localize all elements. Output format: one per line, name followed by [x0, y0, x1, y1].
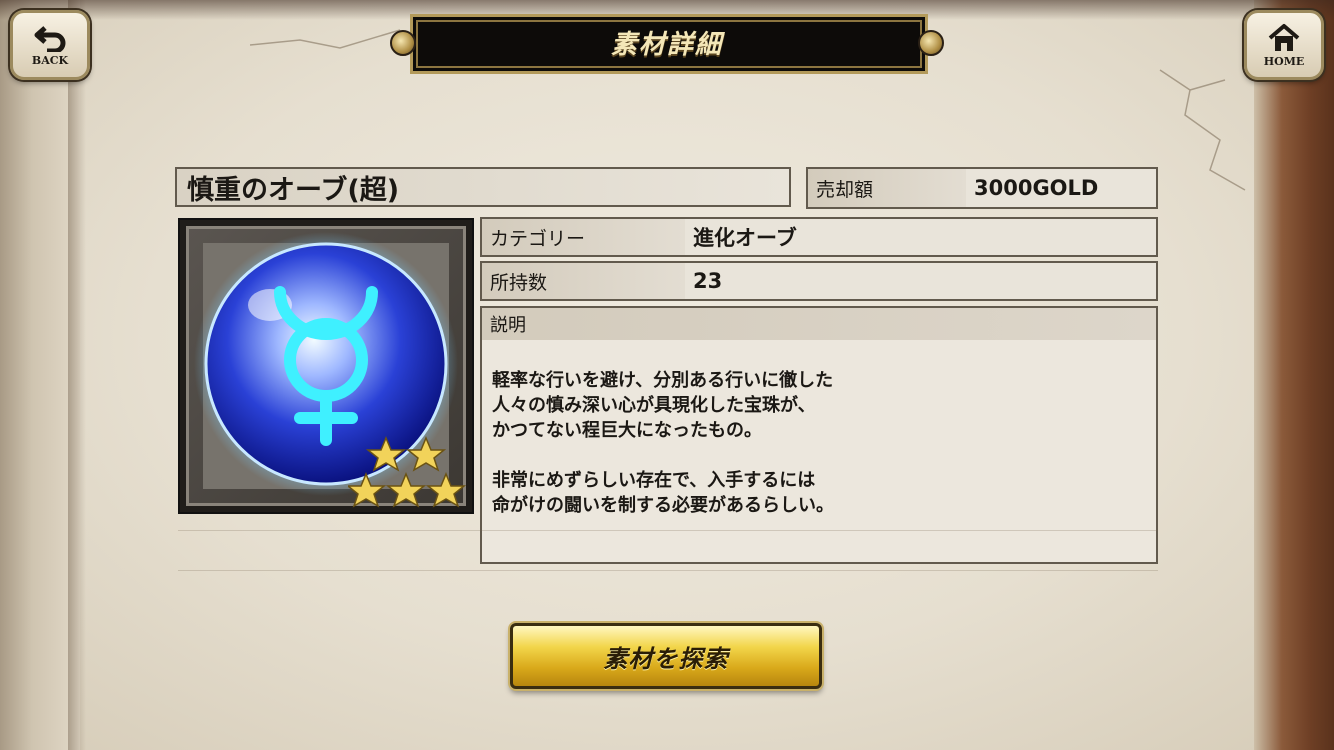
item-name-field: 慎重のオーブ(超) [175, 167, 791, 207]
owned-count-row: 所持数 23 [480, 261, 1158, 301]
description-text: 軽率な行いを避け、分別ある行いに徹した 人々の慎み深い心が具現化した宝珠が、 か… [492, 370, 834, 516]
sale-price-label: 売却額 [808, 169, 966, 207]
back-label: BACK [31, 53, 69, 67]
rarity-stars [348, 436, 467, 508]
description-label: 説明 [482, 308, 1156, 340]
house-icon [1268, 23, 1300, 51]
page-rule-line [178, 570, 1158, 571]
star-icon [348, 472, 387, 508]
category-label: カテゴリー [482, 219, 685, 255]
owned-count-label: 所持数 [482, 263, 685, 299]
sale-price-field: 売却額 3000GOLD [806, 167, 1158, 209]
owned-count-value: 23 [693, 269, 723, 293]
page-rule-line [178, 530, 1158, 531]
page-crack-decoration [250, 29, 401, 49]
category-row: カテゴリー 進化オーブ [480, 217, 1158, 257]
title-banner: 素材詳細 [390, 14, 944, 74]
back-arrow-icon [34, 25, 66, 52]
star-icon [425, 472, 467, 508]
item-name: 慎重のオーブ(超) [187, 174, 400, 206]
page-title: 素材詳細 [610, 29, 723, 60]
search-material-button[interactable]: 素材を探索 [510, 623, 822, 689]
book-spine-shadow [68, 0, 86, 750]
category-value: 進化オーブ [693, 226, 797, 250]
home-label: HOME [1263, 54, 1305, 68]
item-image-frame [178, 218, 474, 514]
star-icon [405, 436, 447, 472]
banner-right-ornament [918, 30, 944, 56]
search-material-label: 素材を探索 [603, 643, 729, 673]
back-button[interactable]: BACK [10, 10, 90, 80]
star-icon [385, 472, 427, 508]
description-panel: 説明 軽率な行いを避け、分別ある行いに徹した 人々の慎み深い心が具現化した宝珠が… [480, 306, 1158, 564]
star-icon [365, 436, 407, 472]
banner-left-ornament [390, 30, 416, 56]
home-button[interactable]: HOME [1244, 10, 1324, 80]
sale-price-value: 3000GOLD [974, 176, 1099, 200]
page-crack-decoration [1159, 69, 1246, 191]
